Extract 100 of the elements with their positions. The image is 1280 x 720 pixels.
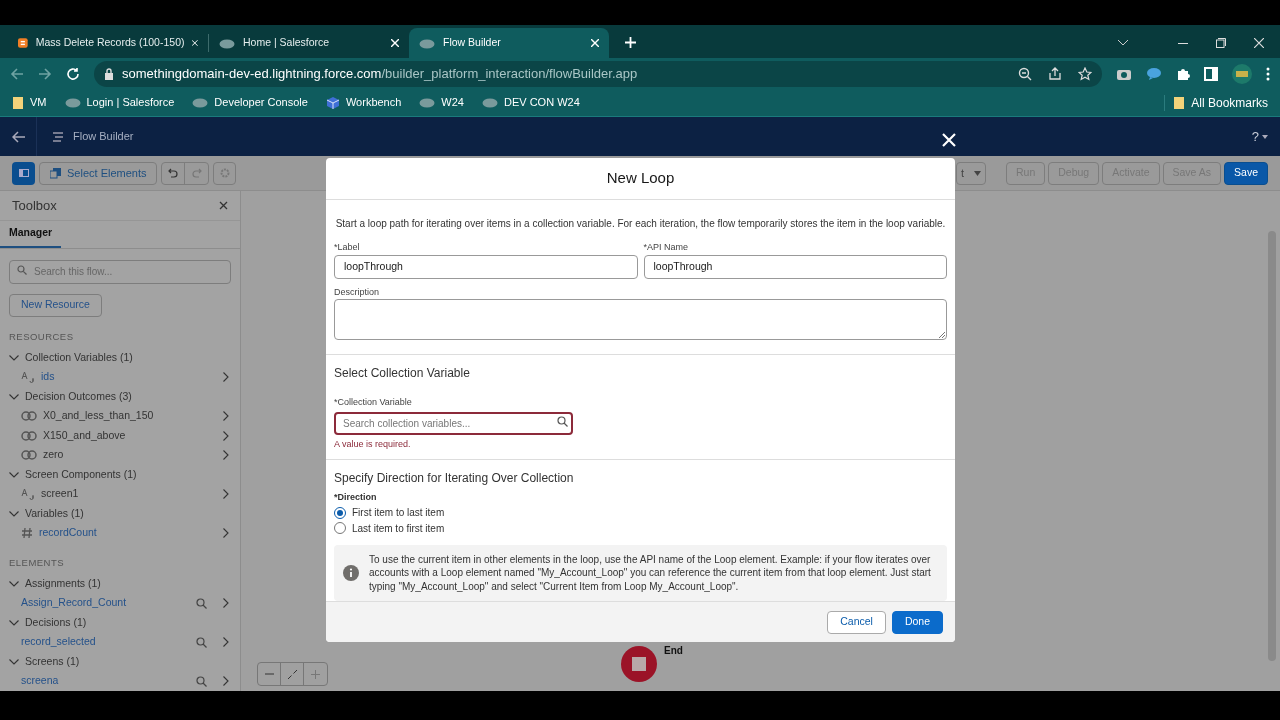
undo-icon [168, 168, 179, 178]
chevron-right-icon[interactable] [223, 450, 229, 460]
browser-tab[interactable]: Home | Salesforce [209, 28, 409, 58]
resource-item[interactable]: zero [43, 447, 217, 463]
bookmark-item[interactable]: DEV CON W24 [482, 94, 580, 111]
forward-icon[interactable] [38, 66, 52, 81]
chevron-down-icon [9, 619, 19, 626]
bookmark-item[interactable]: Login | Salesforce [64, 94, 175, 111]
field-label: *Label [334, 241, 361, 255]
radio-option[interactable]: Last item to first item [334, 520, 947, 536]
resource-item[interactable]: recordCount [39, 525, 217, 541]
tree-group[interactable]: Decision Outcomes (3) [9, 386, 231, 407]
linked-rings-icon [21, 411, 37, 421]
chevron-right-icon[interactable] [223, 528, 229, 538]
linked-rings-icon [21, 450, 37, 460]
new-tab-icon[interactable] [625, 37, 636, 48]
field-label: Description [334, 285, 381, 299]
resource-item[interactable]: record_selected [21, 634, 190, 651]
app-title: Flow Builder [73, 129, 134, 145]
blog-icon [18, 36, 28, 50]
toolbar-button[interactable]: Save [1224, 161, 1268, 185]
caret-down-icon [1262, 134, 1268, 139]
cloud-icon [192, 97, 209, 108]
cloud-icon [419, 37, 435, 49]
resource-item[interactable]: screen1 [41, 486, 217, 502]
chat-bubble-icon[interactable] [1146, 66, 1162, 81]
end-node-label: End [664, 644, 683, 658]
end-node-icon[interactable] [621, 646, 657, 682]
chevron-right-icon[interactable] [223, 637, 229, 648]
tree-group[interactable]: Screens (1) [9, 652, 231, 672]
menu-icon[interactable] [1266, 66, 1270, 81]
text-type-icon [21, 371, 35, 383]
api-name-input[interactable]: loopThrough [643, 254, 947, 279]
chevron-right-icon[interactable] [223, 411, 229, 421]
chevron-right-icon[interactable] [223, 676, 229, 687]
cube-icon [325, 95, 340, 110]
settings-icon [220, 168, 230, 178]
search-field[interactable]: Search this flow... [9, 259, 231, 284]
tree-group[interactable]: Decisions (1) [9, 613, 231, 633]
browser-tab[interactable]: Flow Builder [409, 28, 609, 58]
label-input[interactable]: loopThrough [334, 254, 638, 279]
back-arrow-icon[interactable] [12, 130, 26, 143]
resource-item[interactable]: X0_and_less_than_150 [43, 408, 217, 424]
star-icon[interactable] [1078, 66, 1092, 81]
restore-icon[interactable] [1216, 38, 1226, 48]
dialog-button[interactable]: Cancel [827, 610, 886, 634]
resource-item[interactable]: X150_and_above [43, 427, 217, 444]
tree-group[interactable]: Collection Variables (1) [9, 347, 231, 368]
field-label: *Direction [334, 491, 378, 505]
resource-item[interactable]: ids [41, 369, 217, 385]
toggle-panel-button[interactable] [12, 161, 35, 185]
chevron-down-icon [9, 510, 19, 517]
folder-icon [12, 95, 24, 110]
select-elements-button[interactable]: Select Elements [39, 161, 158, 185]
profile-avatar-icon[interactable] [1232, 63, 1252, 84]
chevron-right-icon[interactable] [223, 430, 229, 441]
panel-icon [18, 169, 29, 177]
description-input[interactable] [334, 299, 947, 341]
side-panel-icon[interactable] [1204, 66, 1218, 81]
chevron-right-icon[interactable] [223, 598, 229, 609]
error-message: A value is required. [334, 437, 412, 451]
dialog-button[interactable]: Done [891, 610, 943, 634]
extensions-icon[interactable] [1176, 66, 1190, 81]
bookmark-item[interactable]: W24 [419, 94, 464, 111]
field-label: *API Name [643, 241, 690, 255]
bookmark-item[interactable]: Developer Console [192, 94, 308, 111]
section-heading: RESOURCES [9, 329, 75, 344]
info-icon [343, 565, 359, 582]
panel-tab[interactable]: Manager [0, 220, 62, 248]
reload-icon[interactable] [66, 66, 80, 81]
chevron-down-icon[interactable] [1118, 40, 1128, 46]
resource-item[interactable]: screena [21, 673, 190, 690]
tree-group[interactable]: Variables (1) [9, 503, 231, 524]
flow-icon [51, 129, 65, 144]
search-icon[interactable] [196, 636, 207, 648]
resource-item[interactable]: Assign_Record_Count [21, 595, 190, 612]
back-icon[interactable] [10, 66, 24, 81]
tree-group[interactable]: Screen Components (1) [9, 464, 231, 485]
all-bookmarks-button[interactable]: All Bookmarks [1173, 93, 1268, 112]
panel-title: Toolbox [12, 196, 57, 215]
browser-tab[interactable]: Mass Delete Records (100-150) [8, 28, 208, 58]
share-icon[interactable] [1048, 66, 1062, 81]
help-button[interactable]: ? [1251, 126, 1259, 147]
search-icon[interactable] [196, 675, 207, 687]
zoom-out-icon[interactable] [1018, 66, 1032, 81]
radio-option[interactable]: First item to last item [334, 504, 947, 521]
chevron-right-icon[interactable] [223, 489, 229, 499]
chevron-down-icon [9, 393, 19, 400]
search-icon[interactable] [196, 597, 207, 609]
lock-icon [104, 67, 114, 80]
bookmark-item[interactable]: VM [12, 94, 47, 111]
new-resource-button[interactable]: New Resource [9, 293, 102, 317]
caret-down-icon [973, 170, 981, 176]
tree-group[interactable]: Assignments (1) [9, 574, 231, 594]
collection-variable-field[interactable]: Search collection variables... [334, 411, 573, 435]
bookmark-item[interactable]: Workbench [325, 94, 402, 111]
chevron-right-icon[interactable] [223, 372, 229, 382]
address-bar[interactable]: somethingdomain-dev-ed.lightning.force.com/builder_platform_interaction/flowBuilder.app [94, 60, 1102, 87]
chevron-down-icon [9, 471, 19, 478]
section-heading: Specify Direction for Iterating Over Collection [334, 470, 575, 488]
